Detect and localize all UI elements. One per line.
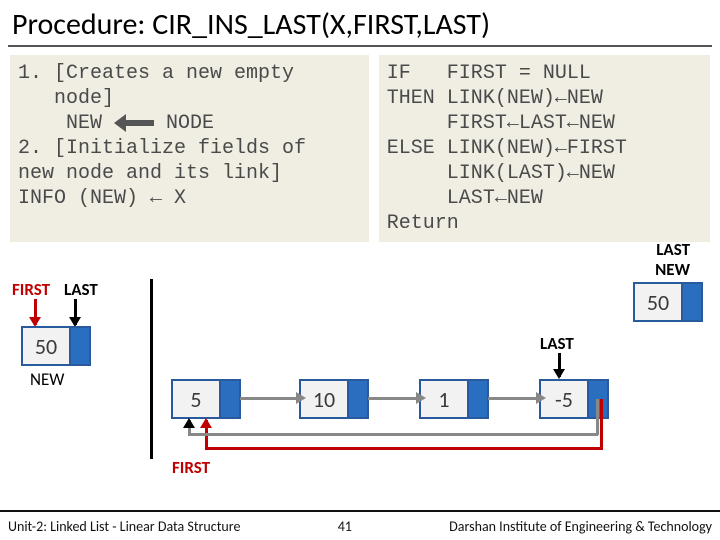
node-a: 50 bbox=[22, 327, 90, 365]
code-line: node] bbox=[18, 87, 114, 110]
footer-left: Unit-2: Linked List - Linear Data Struct… bbox=[8, 518, 240, 535]
code-line: 1. [Creates a new empty bbox=[18, 62, 294, 85]
page-number: 41 bbox=[338, 518, 352, 535]
wire-loop-v1 bbox=[600, 399, 603, 449]
code-line: THEN LINK(NEW)←NEW bbox=[387, 87, 603, 110]
wire-inner-h bbox=[188, 433, 598, 436]
label-new-top: NEW bbox=[655, 259, 690, 280]
diagram-area: LAST NEW FIRST LAST 50 NEW 50 LAST 5 10 … bbox=[0, 247, 720, 502]
wire-cd bbox=[368, 397, 416, 400]
pointer-last-e bbox=[558, 353, 561, 377]
code-line: 2. [Initialize fields of bbox=[18, 137, 306, 160]
node-d: 1 bbox=[420, 380, 488, 418]
node-f: 50 bbox=[634, 283, 702, 321]
wire-de bbox=[488, 397, 536, 400]
code-line: ELSE LINK(NEW)←FIRST bbox=[387, 137, 627, 160]
code-row: 1. [Creates a new empty node] NEW NODE 2… bbox=[0, 55, 720, 242]
wire-inner-v1 bbox=[596, 399, 599, 435]
divider-line bbox=[150, 279, 153, 459]
title-underline bbox=[8, 45, 712, 47]
page-title: Procedure: CIR_INS_LAST(X,FIRST,LAST) bbox=[0, 0, 720, 45]
code-line: NEW bbox=[18, 112, 114, 135]
arrowhead-inner bbox=[188, 420, 191, 422]
arrowhead-cd bbox=[416, 392, 426, 404]
node-c: 10 bbox=[300, 380, 368, 418]
footer-right: Darshan Institute of Engineering & Techn… bbox=[449, 518, 712, 535]
node-a-info: 50 bbox=[22, 327, 70, 365]
node-d-info: 1 bbox=[420, 380, 468, 418]
node-c-link bbox=[348, 380, 368, 418]
label-first-left: FIRST bbox=[12, 279, 50, 300]
arrow-left-icon bbox=[114, 116, 154, 130]
arrowhead-bc bbox=[296, 392, 306, 404]
code-line: LINK(LAST)←NEW bbox=[387, 162, 615, 185]
footer: Unit-2: Linked List - Linear Data Struct… bbox=[0, 510, 720, 540]
node-e-info: -5 bbox=[540, 380, 588, 418]
node-f-link bbox=[682, 283, 702, 321]
node-d-link bbox=[468, 380, 488, 418]
node-c-info: 10 bbox=[300, 380, 348, 418]
label-last-left: LAST bbox=[64, 279, 98, 300]
code-box-left: 1. [Creates a new empty node] NEW NODE 2… bbox=[10, 55, 369, 242]
label-last-top: LAST bbox=[656, 239, 690, 260]
node-a-link bbox=[70, 327, 90, 365]
label-first-bottom: FIRST bbox=[172, 457, 210, 478]
node-f-info: 50 bbox=[634, 283, 682, 321]
node-b: 5 bbox=[172, 380, 240, 418]
wire-bc bbox=[240, 397, 296, 400]
label-last-mid: LAST bbox=[540, 333, 574, 354]
code-line: Return bbox=[387, 212, 459, 235]
node-b-link bbox=[220, 380, 240, 418]
node-b-info: 5 bbox=[172, 380, 220, 418]
code-box-right: IF FIRST = NULL THEN LINK(NEW)←NEW FIRST… bbox=[379, 55, 710, 242]
label-new-a: NEW bbox=[30, 369, 64, 390]
arrowhead-loop bbox=[205, 420, 208, 422]
code-line: NODE bbox=[154, 112, 214, 135]
pointer-first-a bbox=[34, 299, 37, 325]
code-line: FIRST←LAST←NEW bbox=[387, 112, 615, 135]
code-line: INFO (NEW) ← X bbox=[18, 187, 186, 210]
arrowhead-de bbox=[536, 392, 546, 404]
code-line: LAST←NEW bbox=[387, 187, 543, 210]
wire-loop-h bbox=[205, 447, 603, 450]
code-line: new node and its link] bbox=[18, 162, 282, 185]
pointer-last-a bbox=[74, 299, 77, 325]
code-line: IF FIRST = NULL bbox=[387, 62, 591, 85]
